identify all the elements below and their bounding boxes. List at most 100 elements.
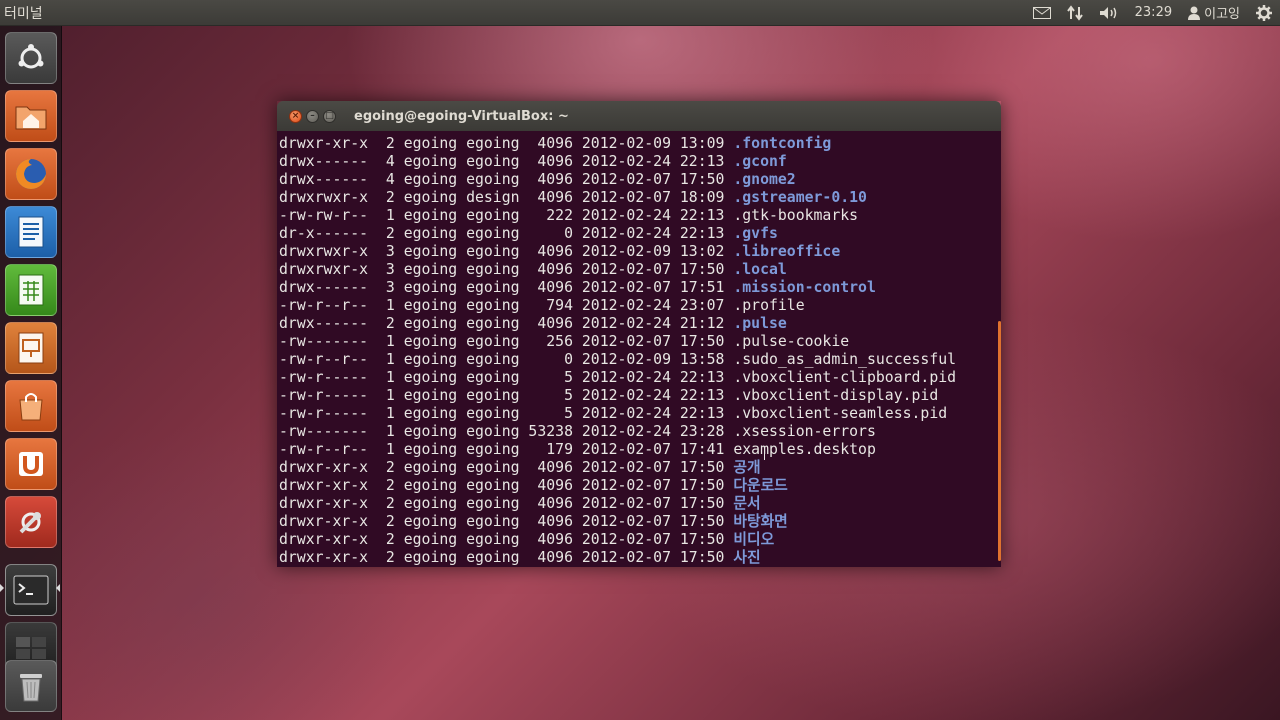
listing-row: -rw-r--r-- 1 egoing egoing 0 2012-02-09 … <box>279 351 1001 369</box>
mouse-text-cursor <box>764 446 765 460</box>
calc-button[interactable] <box>5 264 57 316</box>
maximize-window-button[interactable]: □ <box>323 109 336 123</box>
file-name: .mission-control <box>733 279 876 296</box>
file-meta: -rw-r--r-- 1 egoing egoing 179 2012-02-0… <box>279 441 734 458</box>
file-meta: -rw------- 1 egoing egoing 53238 2012-02… <box>279 423 734 440</box>
file-meta: drwxrwxr-x 3 egoing egoing 4096 2012-02-… <box>279 261 734 278</box>
window-title: egoing@egoing-VirtualBox: ~ <box>354 108 569 124</box>
terminal-output[interactable]: drwxr-xr-x 2 egoing egoing 4096 2012-02-… <box>277 131 1001 567</box>
gear-icon[interactable] <box>1248 0 1280 26</box>
terminal-scrollbar[interactable] <box>998 321 1001 561</box>
listing-row: drwxr-xr-x 2 egoing egoing 4096 2012-02-… <box>279 459 1001 477</box>
file-meta: dr-x------ 2 egoing egoing 0 2012-02-24 … <box>279 225 734 242</box>
file-meta: drwxr-xr-x 2 egoing egoing 4096 2012-02-… <box>279 135 734 152</box>
file-meta: -rw-r----- 1 egoing egoing 5 2012-02-24 … <box>279 405 734 422</box>
listing-row: drwxrwxr-x 2 egoing design 4096 2012-02-… <box>279 189 1001 207</box>
file-meta: drwx------ 4 egoing egoing 4096 2012-02-… <box>279 153 734 170</box>
file-meta: -rw-r----- 1 egoing egoing 5 2012-02-24 … <box>279 387 734 404</box>
file-meta: drwxrwxr-x 2 egoing design 4096 2012-02-… <box>279 189 734 206</box>
file-name: 문서 <box>733 495 761 512</box>
impress-button[interactable] <box>5 322 57 374</box>
impress-icon <box>18 332 44 364</box>
listing-row: -rw-r--r-- 1 egoing egoing 179 2012-02-0… <box>279 441 1001 459</box>
listing-row: drwx------ 4 egoing egoing 4096 2012-02-… <box>279 171 1001 189</box>
file-name: .sudo_as_admin_successful <box>733 351 957 368</box>
listing-row: -rw-r--r-- 1 egoing egoing 794 2012-02-2… <box>279 297 1001 315</box>
file-name: examples.desktop <box>733 441 876 458</box>
terminal-window: × – □ egoing@egoing-VirtualBox: ~ drwxr-… <box>277 101 1001 567</box>
dash-home-button[interactable] <box>5 32 57 84</box>
file-name: .vboxclient-display.pid <box>733 387 939 404</box>
focused-app-indicator <box>56 584 60 592</box>
settings-wrench-icon <box>19 512 41 534</box>
ubuntu-one-icon <box>19 452 43 476</box>
file-name: 공개 <box>733 459 761 476</box>
listing-row: drwxr-xr-x 2 egoing egoing 4096 2012-02-… <box>279 135 1001 153</box>
listing-row: drwx------ 4 egoing egoing 4096 2012-02-… <box>279 153 1001 171</box>
listing-row: -rw-r----- 1 egoing egoing 5 2012-02-24 … <box>279 405 1001 423</box>
file-name: .gvfs <box>733 225 778 242</box>
minimize-window-button[interactable]: – <box>306 109 319 123</box>
file-meta: -rw-rw-r-- 1 egoing egoing 222 2012-02-2… <box>279 207 734 224</box>
home-folder-button[interactable] <box>5 90 57 142</box>
home-folder-icon <box>15 106 47 130</box>
active-app-indicator <box>0 584 4 592</box>
file-meta: drwx------ 4 egoing egoing 4096 2012-02-… <box>279 171 734 188</box>
listing-row: -rw-rw-r-- 1 egoing egoing 222 2012-02-2… <box>279 207 1001 225</box>
listing-row: -rw------- 1 egoing egoing 53238 2012-02… <box>279 423 1001 441</box>
user-menu[interactable]: 이고잉 <box>1180 0 1248 26</box>
firefox-button[interactable] <box>5 148 57 200</box>
file-meta: -rw-r----- 1 egoing egoing 5 2012-02-24 … <box>279 369 734 386</box>
network-icon[interactable] <box>1059 0 1091 26</box>
window-titlebar[interactable]: × – □ egoing@egoing-VirtualBox: ~ <box>277 101 1001 131</box>
listing-row: -rw-r----- 1 egoing egoing 5 2012-02-24 … <box>279 369 1001 387</box>
file-meta: -rw-r--r-- 1 egoing egoing 0 2012-02-09 … <box>279 351 734 368</box>
file-name: .gstreamer-0.10 <box>733 189 867 206</box>
file-name: .gconf <box>733 153 787 170</box>
trash-icon <box>20 674 42 702</box>
user-name: 이고잉 <box>1204 7 1240 22</box>
listing-row: drwxrwxr-x 3 egoing egoing 4096 2012-02-… <box>279 261 1001 279</box>
file-name: .profile <box>733 297 805 314</box>
file-meta: -rw-r--r-- 1 egoing egoing 794 2012-02-2… <box>279 297 734 314</box>
file-meta: drwxr-xr-x 2 egoing egoing 4096 2012-02-… <box>279 549 734 566</box>
file-name: .gnome2 <box>733 171 796 188</box>
app-title: 터미널 <box>4 5 43 22</box>
file-name: .xsession-errors <box>733 423 876 440</box>
file-meta: -rw------- 1 egoing egoing 256 2012-02-0… <box>279 333 734 350</box>
terminal-button[interactable] <box>5 564 57 616</box>
user-icon <box>1188 6 1201 20</box>
file-name: .pulse <box>733 315 787 332</box>
file-name: .fontconfig <box>733 135 832 152</box>
system-settings-button[interactable] <box>5 496 57 548</box>
file-name: 바탕화면 <box>733 513 788 530</box>
terminal-icon <box>13 575 49 605</box>
file-meta: drwx------ 2 egoing egoing 4096 2012-02-… <box>279 315 734 332</box>
file-meta: drwxrwxr-x 3 egoing egoing 4096 2012-02-… <box>279 243 734 260</box>
listing-row: drwxr-xr-x 2 egoing egoing 4096 2012-02-… <box>279 531 1001 549</box>
listing-row: -rw-r----- 1 egoing egoing 5 2012-02-24 … <box>279 387 1001 405</box>
software-center-button[interactable] <box>5 380 57 432</box>
calc-icon <box>18 274 44 306</box>
listing-row: drwxr-xr-x 2 egoing egoing 4096 2012-02-… <box>279 549 1001 567</box>
indicator-area: 23:29 이고잉 <box>1025 0 1280 26</box>
clock[interactable]: 23:29 <box>1127 0 1180 26</box>
file-name: 사진 <box>733 549 761 566</box>
listing-row: drwxr-xr-x 2 egoing egoing 4096 2012-02-… <box>279 513 1001 531</box>
trash-button[interactable] <box>5 660 57 712</box>
ubuntu-one-button[interactable] <box>5 438 57 490</box>
minimize-icon: – <box>310 110 315 121</box>
file-meta: drwx------ 3 egoing egoing 4096 2012-02-… <box>279 279 734 296</box>
file-name: .vboxclient-clipboard.pid <box>733 369 957 386</box>
file-name: .local <box>733 261 787 278</box>
close-window-button[interactable]: × <box>289 109 302 123</box>
firefox-icon <box>16 159 46 189</box>
listing-row: drwxrwxr-x 3 egoing egoing 4096 2012-02-… <box>279 243 1001 261</box>
listing-row: dr-x------ 2 egoing egoing 0 2012-02-24 … <box>279 225 1001 243</box>
volume-icon[interactable] <box>1091 0 1127 26</box>
writer-button[interactable] <box>5 206 57 258</box>
file-meta: drwxr-xr-x 2 egoing egoing 4096 2012-02-… <box>279 477 734 494</box>
mail-icon[interactable] <box>1025 0 1059 26</box>
top-panel: 터미널 23:29 이고잉 <box>0 0 1280 26</box>
file-name: .vboxclient-seamless.pid <box>733 405 948 422</box>
